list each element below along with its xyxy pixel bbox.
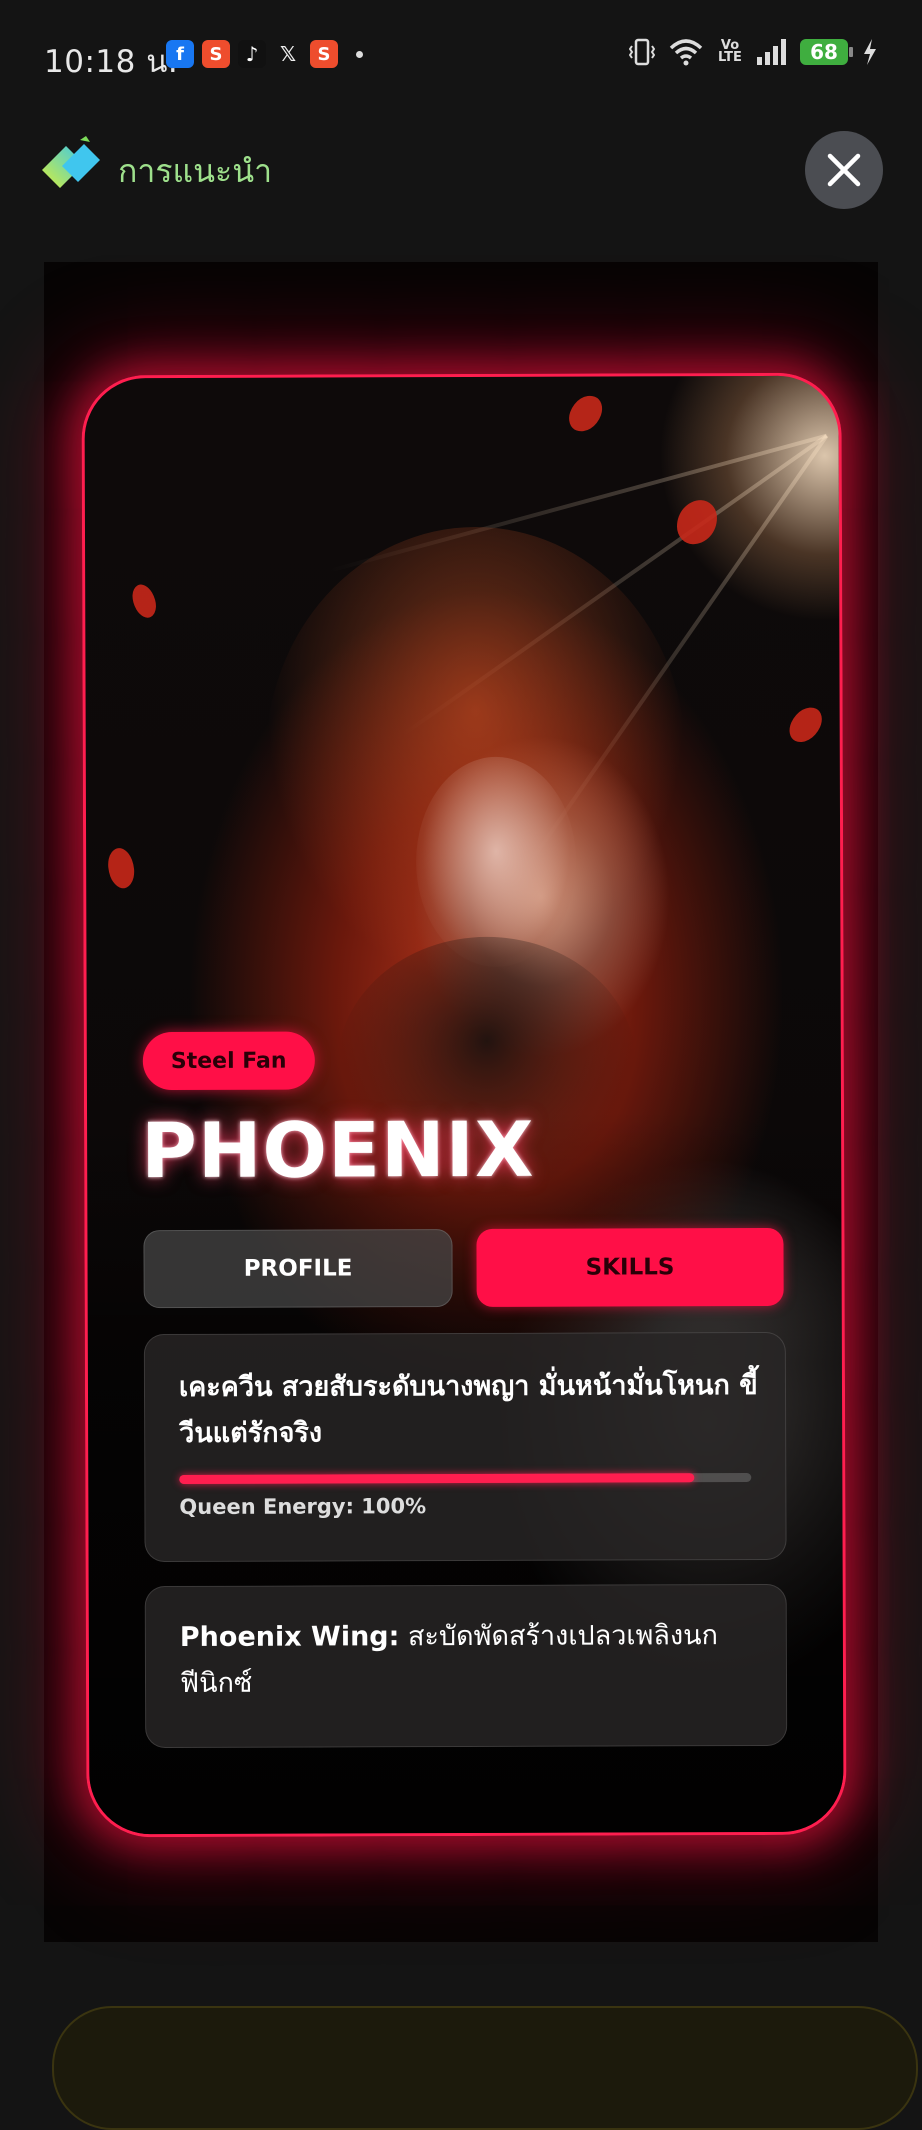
status-bar: 10:18 น. f S ♪ 𝕏 S Vo LTE 68 bbox=[0, 0, 922, 110]
battery-icon: 68 bbox=[800, 39, 853, 65]
card-tabs: PROFILE SKILLS bbox=[143, 1227, 784, 1309]
x-icon: 𝕏 bbox=[279, 42, 297, 66]
ability-panel: Phoenix Wing: สะบัดพัดสร้างเปลวเพลิงนกฟี… bbox=[144, 1583, 788, 1749]
character-name: PHOENIX bbox=[141, 1104, 535, 1196]
ability-text: Phoenix Wing: สะบัดพัดสร้างเปลวเพลิงนกฟี… bbox=[180, 1613, 760, 1707]
volte-indicator: Vo LTE bbox=[718, 38, 742, 65]
fan-badge: Steel Fan bbox=[142, 1031, 315, 1091]
next-card-peek[interactable] bbox=[52, 2006, 918, 2130]
rose-petal-icon bbox=[126, 580, 163, 622]
close-button[interactable] bbox=[805, 131, 883, 209]
ability-title: Phoenix Wing: bbox=[179, 1621, 400, 1653]
status-right-icons: Vo LTE 68 bbox=[629, 38, 878, 66]
app-logo-icon bbox=[42, 136, 100, 188]
skill-panel: เคะควีน สวยสับระดับนางพญา มั่นหน้ามั่นโห… bbox=[143, 1331, 787, 1563]
character-face bbox=[415, 756, 577, 968]
rose-petal-icon bbox=[102, 844, 141, 892]
energy-bar-fill bbox=[179, 1473, 695, 1484]
notification-icons: f S ♪ 𝕏 S bbox=[166, 40, 363, 68]
tab-skills[interactable]: SKILLS bbox=[476, 1227, 784, 1307]
charging-icon bbox=[864, 39, 876, 65]
energy-bar bbox=[179, 1472, 752, 1484]
page-title: การแนะนำ bbox=[118, 152, 273, 190]
more-notifications-dot-icon bbox=[356, 50, 363, 58]
rose-petal-icon bbox=[565, 390, 607, 437]
facebook-icon: f bbox=[166, 40, 194, 68]
energy-label: Queen Energy: 100% bbox=[179, 1494, 427, 1519]
status-time: 10:18 น. bbox=[44, 44, 179, 80]
skill-description: เคะควีน สวยสับระดับนางพญา มั่นหน้ามั่นโห… bbox=[178, 1369, 758, 1449]
rose-petal-icon bbox=[676, 500, 718, 545]
tab-profile[interactable]: PROFILE bbox=[143, 1229, 453, 1309]
wifi-icon bbox=[669, 39, 703, 66]
shopee-icon: S bbox=[310, 40, 338, 68]
signal-icon bbox=[757, 39, 786, 65]
rose-petal-icon bbox=[784, 701, 827, 748]
tiktok-icon: ♪ bbox=[238, 40, 266, 68]
close-icon bbox=[827, 153, 861, 187]
vibrate-icon bbox=[629, 38, 655, 66]
character-card: Steel Fan PHOENIX PROFILE SKILLS เคะควีน… bbox=[81, 372, 847, 1838]
shopee-icon: S bbox=[202, 40, 230, 68]
